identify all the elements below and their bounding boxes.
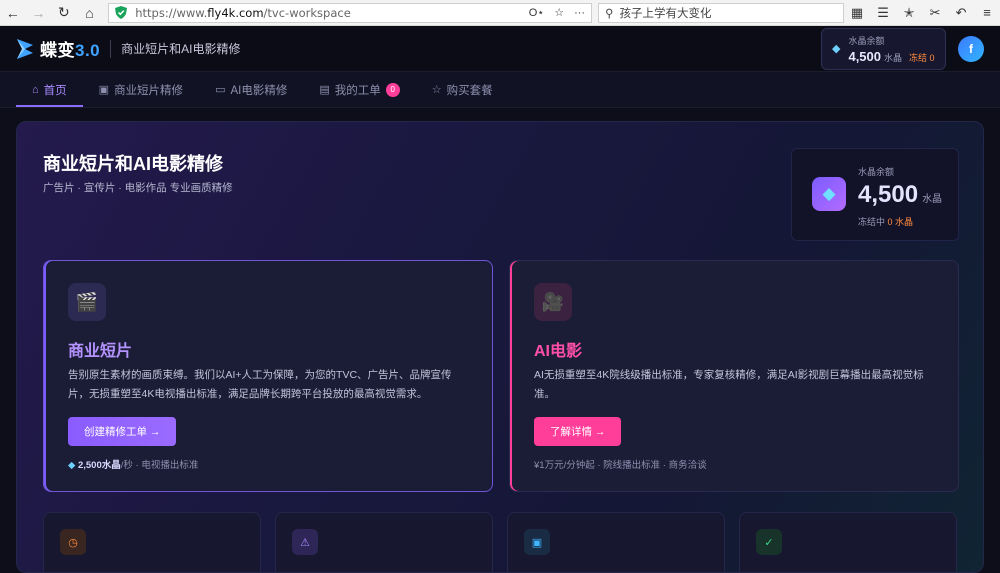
- card-meta: ¥1万元/分钟起 · 院线播出标准 · 商务洽谈: [534, 460, 707, 471]
- more-icon[interactable]: ···: [574, 7, 585, 19]
- tab-my-orders[interactable]: ▤ 我的工单 0: [303, 72, 415, 107]
- tab-label: AI电影精修: [230, 84, 288, 97]
- hero-panel: 商业短片和AI电影精修 广告片 · 宣传片 · 电影作品 专业画质精修 ◆ 水晶…: [16, 121, 984, 573]
- warning-icon: ⚠: [292, 529, 318, 555]
- balance-value: 4,500: [848, 48, 882, 64]
- balance-value: 4,500: [858, 181, 919, 208]
- balance-label: 水晶余额: [848, 35, 885, 46]
- forward-icon[interactable]: →: [26, 0, 52, 26]
- avatar[interactable]: f: [958, 35, 984, 62]
- stat-card-pending[interactable]: ◷: [43, 512, 261, 572]
- search-box[interactable]: ⚲ 孩子上学有大变化: [598, 2, 845, 23]
- grid-icon[interactable]: ▦: [844, 5, 870, 21]
- star-icon: ☆: [431, 84, 442, 96]
- diamond-icon: ◆: [68, 460, 76, 471]
- tab-label: 商业短片精修: [114, 84, 184, 97]
- browser-toolbar: ← → ↻ ⌂ https://www.fly4k.com/tvc-worksp…: [0, 0, 1000, 26]
- list-icon[interactable]: ☰: [870, 5, 896, 21]
- clapperboard-icon: 🎬: [68, 283, 106, 321]
- ai-film-card[interactable]: 🎥 AI电影 AI无损重塑至4K院线级播出标准，专家复核精修，满足AI影视剧巨幕…: [509, 260, 959, 492]
- logo-text: 蝶变3.0: [40, 36, 100, 61]
- frozen-value: 0 水晶: [887, 217, 914, 227]
- tab-home[interactable]: ⌂ 首页: [16, 72, 83, 107]
- url-path: /tvc-workspace: [263, 5, 351, 20]
- diamond-icon: ◆: [812, 177, 846, 211]
- tab-commercial[interactable]: ▣ 商业短片精修: [83, 72, 199, 107]
- logo-version: 3.0: [75, 41, 101, 60]
- stat-card-warning[interactable]: ⚠: [275, 512, 493, 572]
- key-icon[interactable]: O⋆: [529, 6, 544, 19]
- url-prefix: https://www.: [135, 5, 208, 20]
- balance-unit: 水晶: [884, 52, 903, 63]
- create-order-button[interactable]: 创建精修工单 →: [68, 417, 177, 446]
- logo[interactable]: 蝶变3.0: [16, 36, 100, 61]
- undo-icon[interactable]: ↶: [948, 5, 974, 21]
- tab-nav: ⌂ 首页 ▣ 商业短片精修 ▭ AI电影精修 ▤ 我的工单 0 ☆ 购买套餐: [0, 72, 1000, 108]
- reload-icon[interactable]: ↻: [51, 0, 77, 26]
- search-text: 孩子上学有大变化: [619, 7, 712, 20]
- card-description: 告别原生素材的画质束缚。我们以AI+人工为保障，为您的TVC、广告片、品牌宣传片…: [68, 369, 452, 400]
- main-content: 商业短片和AI电影精修 广告片 · 宣传片 · 电影作品 专业画质精修 ◆ 水晶…: [0, 109, 1000, 573]
- card-title: 商业短片: [68, 343, 133, 360]
- camera-icon: ▣: [524, 529, 550, 555]
- home-icon[interactable]: ⌂: [77, 0, 103, 26]
- header-divider: [110, 39, 112, 58]
- header-subtitle: 商业短片和AI电影精修: [121, 42, 241, 56]
- frozen-text: 冻结 0: [909, 52, 935, 63]
- clock-icon: ◷: [60, 529, 86, 555]
- balance-unit: 水晶: [922, 194, 943, 205]
- stat-card-processing[interactable]: ▣: [507, 512, 725, 572]
- check-circle-icon: ✓: [756, 529, 782, 555]
- tab-buy-package[interactable]: ☆ 购买套餐: [416, 72, 509, 107]
- address-bar[interactable]: https://www.fly4k.com/tvc-workspace O⋆ ☆…: [108, 2, 593, 23]
- bookmark-star-icon[interactable]: ☆: [554, 6, 564, 19]
- header-balance[interactable]: ◆ 水晶余额 4,500 水晶 冻结 0: [821, 27, 946, 70]
- tab-label: 购买套餐: [446, 84, 493, 97]
- menu-icon[interactable]: ≡: [974, 5, 1000, 21]
- page-title: 商业短片和AI电影精修: [43, 154, 223, 174]
- commercial-card[interactable]: 🎬 商业短片 告别原生素材的画质束缚。我们以AI+人工为保障，为您的TVC、广告…: [43, 260, 493, 492]
- price-value: 2,500水晶: [77, 460, 121, 471]
- frozen-text: 冻结中 0 水晶: [858, 215, 913, 228]
- app-header: 蝶变3.0 商业短片和AI电影精修 ◆ 水晶余额 4,500 水晶 冻结 0 f: [0, 26, 1000, 72]
- tab-label: 首页: [43, 84, 67, 97]
- scissors-icon[interactable]: ✂: [922, 5, 948, 21]
- tab-ai-film[interactable]: ▭ AI电影精修: [199, 72, 303, 107]
- balance-label: 水晶余额: [858, 167, 895, 177]
- logo-name: 蝶变: [40, 41, 75, 60]
- document-icon: ▤: [319, 84, 330, 96]
- diamond-icon: ◆: [832, 43, 841, 55]
- page-subtitle: 广告片 · 宣传片 · 电影作品 专业画质精修: [43, 182, 233, 194]
- shield-icon: [115, 6, 128, 19]
- card-title: AI电影: [534, 343, 583, 360]
- balance-card: ◆ 水晶余额 4,500 水晶 冻结中 0 水晶: [791, 148, 959, 241]
- price-suffix: /秒 · 电视播出标准: [120, 460, 199, 471]
- url-text: https://www.fly4k.com/tvc-workspace: [135, 6, 518, 20]
- favorites-icon[interactable]: ✭: [896, 5, 922, 21]
- film-icon: ▭: [215, 84, 226, 96]
- frozen-prefix: 冻结中: [858, 217, 886, 227]
- learn-more-button[interactable]: 了解详情 →: [534, 417, 622, 446]
- search-icon: ⚲: [605, 7, 614, 20]
- card-meta: ◆ 2,500水晶/秒 · 电视播出标准: [68, 457, 198, 471]
- stat-card-completed[interactable]: ✓: [739, 512, 957, 572]
- home-icon: ⌂: [32, 83, 39, 96]
- orders-badge: 0: [385, 82, 400, 97]
- back-icon[interactable]: ←: [0, 0, 26, 26]
- card-description: AI无损重塑至4K院线级播出标准，专家复核精修，满足AI影视剧巨幕播出最高视觉标…: [534, 369, 924, 400]
- url-domain: fly4k.com: [207, 5, 264, 20]
- butterfly-logo-icon: [17, 38, 33, 59]
- camera-icon: ▣: [98, 84, 110, 96]
- tab-label: 我的工单: [334, 84, 381, 97]
- projector-icon: 🎥: [534, 283, 572, 321]
